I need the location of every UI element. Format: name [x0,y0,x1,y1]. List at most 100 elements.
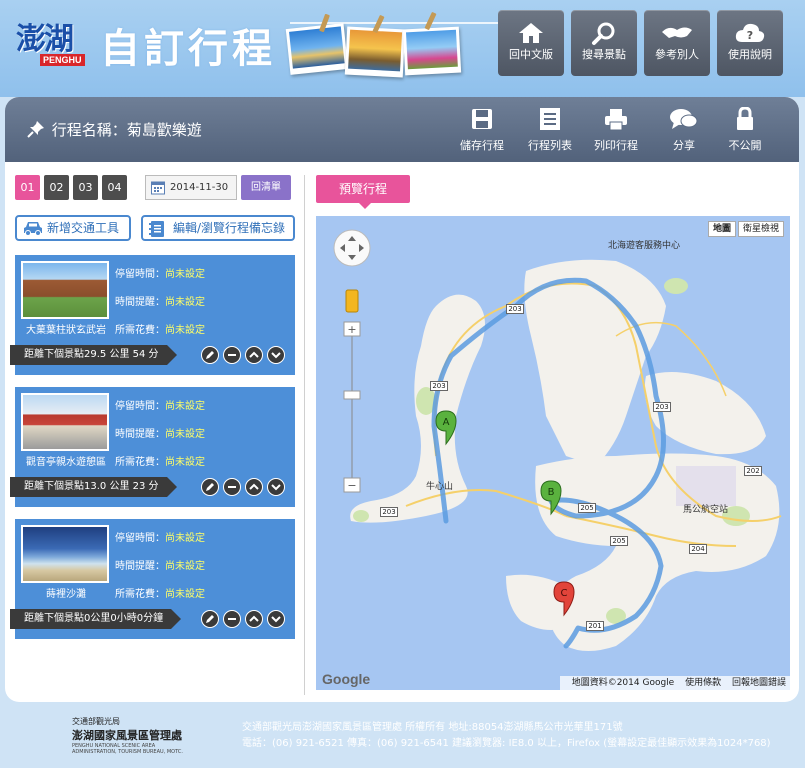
road-shield: 203 [430,381,448,391]
stay-time-value[interactable]: 尚未設定 [165,401,205,412]
footer-address: 交通部觀光局澎湖國家風景區管理處 所權所有 地址:88054澎湖縣馬公市光華里1… [242,722,623,733]
pushpin-icon [27,120,47,142]
footer-info: 交通部觀光局澎湖國家風景區管理處 所權所有 地址:88054澎湖縣馬公市光華里1… [242,720,771,752]
reminder-value[interactable]: 尚未設定 [165,297,205,308]
private-label: 不公開 [728,139,762,152]
road-shield: 201 [586,621,604,631]
itinerary-stop[interactable]: 觀音亭親水遊憩區 停留時間：尚未設定 時間提醒：尚未設定 所需花費：尚未設定 距… [10,387,295,507]
itinerary-stop[interactable]: 蒔裡沙灘 停留時間：尚未設定 時間提醒：尚未設定 所需花費：尚未設定 距離下個景… [10,519,295,639]
distance-to-next: 距離下個景點29.5 公里 54 分 [10,345,177,365]
calendar-icon [151,180,165,195]
print-trip-button[interactable]: 列印行程 [587,107,645,153]
remove-stop-button[interactable] [223,478,241,496]
search-spots-button[interactable]: 搜尋景點 [571,10,637,76]
print-trip-label: 列印行程 [594,139,638,152]
map-view-button[interactable]: 地圖 [708,221,737,237]
lock-icon [716,106,774,135]
reference-others-button[interactable]: 參考別人 [644,10,710,76]
road-shield: 203 [506,304,524,314]
date-value: 2014-11-30 [170,182,229,193]
reference-others-label: 參考別人 [655,48,699,61]
cost-label: 所需花費： [115,589,165,600]
stay-time-label: 停留時間： [115,269,165,280]
marker-b-label: B [548,487,555,498]
stop-name: 大菓葉柱狀玄武岩 [26,325,106,336]
move-down-button[interactable] [267,478,285,496]
reminder-value[interactable]: 尚未設定 [165,429,205,440]
search-spots-label: 搜尋景點 [582,48,626,61]
reminder-value[interactable]: 尚未設定 [165,561,205,572]
reminder-row: 時間提醒：尚未設定 [115,293,205,308]
reminder-row: 時間提醒：尚未設定 [115,557,205,572]
park-area [664,278,688,294]
pan-control [333,229,371,267]
day-tab-04[interactable]: 04 [102,175,127,200]
road-shield: 204 [689,544,707,554]
move-down-button[interactable] [267,610,285,628]
add-transport-label: 新增交通工具 [47,221,120,235]
back-to-list-button[interactable]: 回清單 [241,175,291,200]
save-icon [453,107,511,135]
edit-stop-button[interactable] [201,610,219,628]
deco-photo [402,26,462,76]
report-error-link[interactable]: 回報地圖錯誤 [732,678,786,688]
remove-stop-button[interactable] [223,346,241,364]
day-tab-01[interactable]: 01 [15,175,40,200]
reminder-label: 時間提醒： [115,561,165,572]
trip-list-button[interactable]: 行程列表 [521,107,579,153]
preview-trip-tab[interactable]: 預覽行程 [316,175,410,209]
site-footer: 交通部觀光局 澎湖國家風景區管理處 PENGHU NATIONAL SCENIC… [0,708,805,768]
day-tab-02[interactable]: 02 [44,175,69,200]
stay-time-label: 停留時間： [115,401,165,412]
share-button[interactable]: 分享 [655,107,713,153]
pegman [345,289,359,313]
save-trip-button[interactable]: 儲存行程 [453,107,511,153]
notebook-icon [149,220,165,245]
logo-en-text: PENGHU [40,54,85,66]
stay-time-value[interactable]: 尚未設定 [165,269,205,280]
penghu-logo[interactable]: 澎湖 PENGHU [16,14,86,74]
logo-text: 澎湖 [16,22,74,57]
move-down-button[interactable] [267,346,285,364]
edit-stop-button[interactable] [201,478,219,496]
day-tab-03[interactable]: 03 [73,175,98,200]
stop-name: 蒔裡沙灘 [46,589,86,600]
marker-c-label: C [561,588,568,599]
cost-value[interactable]: 尚未設定 [165,457,205,468]
route-map[interactable]: A B C + − 北海遊客服務中心 牛心山 馬公航空站 203 203 203… [316,216,790,690]
map-attribution: 地圖資料©2014 Google 使用條款 回報地圖錯誤 [559,676,790,690]
itinerary-stop[interactable]: 大菓葉柱狀玄武岩 停留時間：尚未設定 時間提醒：尚未設定 所需花費：尚未設定 距… [10,255,295,375]
deco-photo [285,23,349,75]
private-button[interactable]: 不公開 [716,106,774,153]
cost-row: 所需花費：尚未設定 [115,321,205,336]
road-shield: 203 [380,507,398,517]
stay-time-value[interactable]: 尚未設定 [165,533,205,544]
share-icon [655,107,713,135]
edit-stop-button[interactable] [201,346,219,364]
search-icon [571,10,637,48]
satellite-view-button[interactable]: 衛星檢視 [738,221,785,237]
distance-to-next: 距離下個景點0公里0小時0分鐘 [10,609,182,629]
move-up-button[interactable] [245,610,263,628]
remove-stop-button[interactable] [223,610,241,628]
google-logo[interactable]: Google [322,671,370,687]
cost-value[interactable]: 尚未設定 [165,589,205,600]
reminder-row: 時間提醒：尚未設定 [115,425,205,440]
stay-time-row: 停留時間：尚未設定 [115,397,205,412]
cost-value[interactable]: 尚未設定 [165,325,205,336]
terms-link[interactable]: 使用條款 [685,678,721,688]
agency-line1: 交通部觀光局 [72,717,120,726]
edit-memo-button[interactable]: 編輯/瀏覽行程備忘錄 [141,215,295,241]
site-header: 澎湖 PENGHU 自訂行程 回中文版 搜尋景點 參考別人 ? 使用說明 [0,0,805,97]
help-button[interactable]: ? 使用說明 [717,10,783,76]
cost-row: 所需花費：尚未設定 [115,453,205,468]
list-icon [521,107,579,135]
move-up-button[interactable] [245,478,263,496]
cost-label: 所需花費： [115,325,165,336]
date-input[interactable]: 2014-11-30 [145,175,237,200]
add-transport-button[interactable]: 新增交通工具 [15,215,131,241]
move-up-button[interactable] [245,346,263,364]
land-north-coast [524,259,666,466]
home-button[interactable]: 回中文版 [498,10,564,76]
svg-text:−: − [347,479,356,492]
